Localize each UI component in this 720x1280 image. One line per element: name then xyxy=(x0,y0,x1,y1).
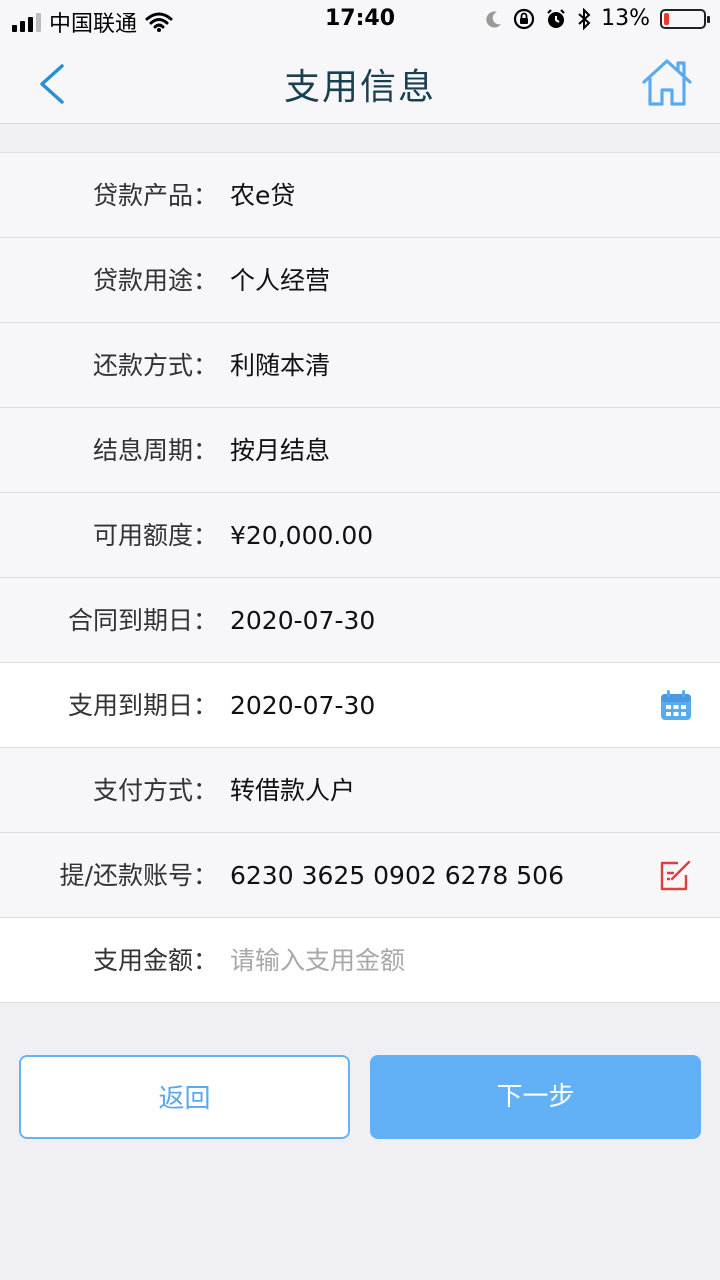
label-repayment-method: 还款方式： xyxy=(92,351,218,380)
row-interest-cycle: 结息周期： 按月结息 xyxy=(0,408,720,493)
bluetooth-icon xyxy=(578,7,591,30)
edit-icon[interactable] xyxy=(658,857,694,893)
row-loan-purpose: 贷款用途： 个人经营 xyxy=(0,238,720,323)
label-payment-method: 支付方式： xyxy=(92,776,218,805)
value-payment-method: 转借款人户 xyxy=(230,776,356,805)
label-drawdown-amount: 支用金额： xyxy=(92,946,218,975)
value-interest-cycle: 按月结息 xyxy=(230,436,331,465)
drawdown-amount-input[interactable] xyxy=(230,946,630,975)
next-button[interactable]: 下一步 xyxy=(370,1055,701,1139)
back-button[interactable]: 返回 xyxy=(19,1055,350,1139)
battery-percent: 13% xyxy=(601,6,650,31)
label-account-number: 提/还款账号： xyxy=(59,861,218,890)
row-repayment-method: 还款方式： 利随本清 xyxy=(0,323,720,408)
label-loan-purpose: 贷款用途： xyxy=(92,266,218,295)
row-contract-expiry: 合同到期日： 2020-07-30 xyxy=(0,578,720,663)
page-title: 支用信息 xyxy=(283,67,436,108)
value-loan-purpose: 个人经营 xyxy=(230,266,331,295)
battery-icon xyxy=(660,8,710,29)
value-contract-expiry: 2020-07-30 xyxy=(230,606,376,635)
value-loan-product: 农e贷 xyxy=(230,181,296,210)
label-loan-product: 贷款产品： xyxy=(92,181,218,210)
status-right: 13% xyxy=(485,6,710,31)
row-account-number: 提/还款账号： 6230 3625 0902 6278 506 xyxy=(0,833,720,918)
row-loan-product: 贷款产品： 农e贷 xyxy=(0,153,720,238)
label-interest-cycle: 结息周期： xyxy=(92,436,218,465)
value-drawdown-expiry[interactable]: 2020-07-30 xyxy=(230,663,375,748)
value-account-number: 6230 3625 0902 6278 506 xyxy=(230,861,564,890)
moon-icon xyxy=(486,11,502,28)
row-available-credit: 可用额度： ¥20,000.00 xyxy=(0,493,720,578)
loan-info-form: 贷款产品： 农e贷 贷款用途： 个人经营 还款方式： 利随本清 结息周期： 按月… xyxy=(0,152,720,1003)
label-contract-expiry: 合同到期日： xyxy=(67,606,218,635)
value-drawdown-amount xyxy=(230,918,630,1003)
value-available-credit: ¥20,000.00 xyxy=(230,521,374,550)
value-repayment-method: 利随本清 xyxy=(230,351,331,380)
home-icon[interactable] xyxy=(640,56,694,110)
nav-bar: 支用信息 xyxy=(0,40,720,124)
label-drawdown-expiry: 支用到期日： xyxy=(67,691,218,720)
alarm-icon xyxy=(547,8,565,28)
row-payment-method: 支付方式： 转借款人户 xyxy=(0,748,720,833)
status-bar: 中国联通 17:40 13% xyxy=(0,0,720,40)
row-drawdown-expiry[interactable]: 支用到期日： 2020-07-30 xyxy=(0,663,720,748)
rotation-lock-icon xyxy=(513,8,535,29)
row-drawdown-amount[interactable]: 支用金额： xyxy=(0,918,720,1003)
label-available-credit: 可用额度： xyxy=(92,521,218,550)
battery-fill xyxy=(664,12,669,25)
calendar-icon[interactable] xyxy=(658,687,694,723)
